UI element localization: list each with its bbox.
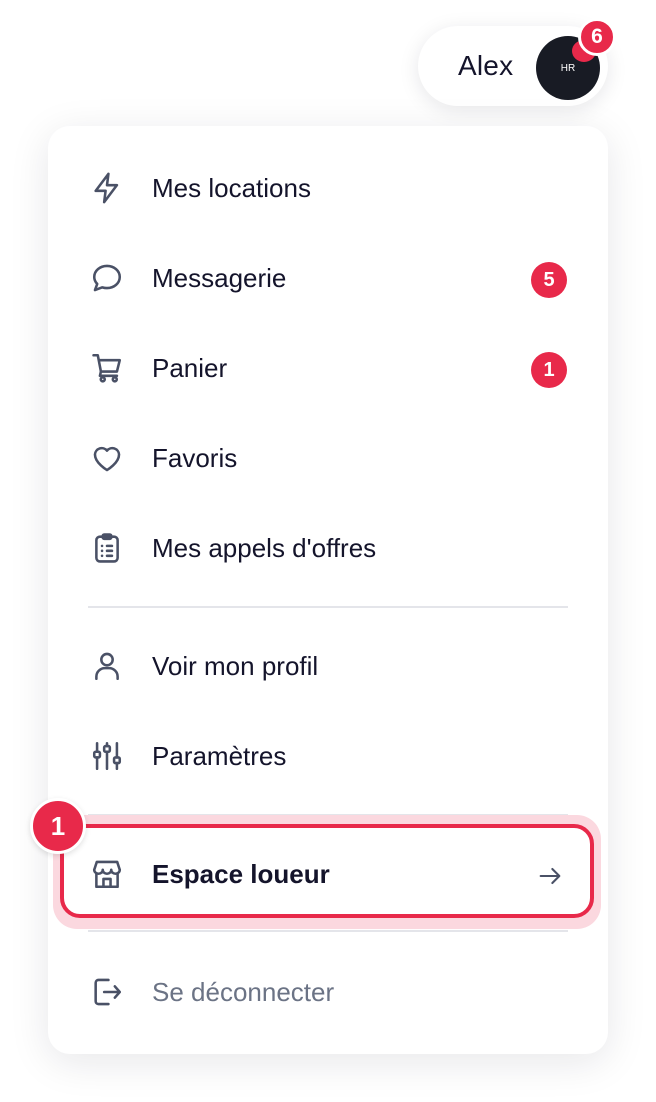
menu-item-label: Voir mon profil (152, 651, 319, 681)
menu-item-label: Espace loueur (152, 859, 330, 889)
user-name: Alex (458, 50, 514, 81)
menu-item-se-deconnecter[interactable]: Se déconnecter (48, 947, 608, 1037)
clipboard-list-icon (90, 531, 124, 565)
avatar-initials: HR (560, 62, 576, 74)
menu-item-label: Paramètres (152, 741, 287, 771)
heart-icon (90, 441, 124, 475)
menu-divider (88, 606, 568, 608)
menu-item-messagerie[interactable]: Messagerie 5 (48, 233, 608, 323)
step-badge: 1 (30, 798, 86, 854)
user-menu-toggle[interactable]: Alex HR 6 (418, 18, 616, 106)
cart-count-badge: 1 (531, 352, 567, 388)
menu-item-label: Favoris (152, 443, 238, 473)
notification-badge: 6 (578, 18, 616, 56)
menu-item-espace-loueur[interactable]: Espace loueur (48, 829, 608, 919)
menu-item-parametres[interactable]: Paramètres (48, 711, 608, 801)
menu-item-label: Messagerie (152, 263, 287, 293)
menu-item-mes-appels-doffres[interactable]: Mes appels d'offres (48, 503, 608, 593)
logout-icon (90, 975, 124, 1009)
lightning-icon (90, 171, 124, 205)
account-dropdown-menu: Mes locations Messagerie 5 Panier 1 Favo… (30, 126, 608, 1054)
arrow-right-icon (536, 862, 564, 890)
menu-item-label: Se déconnecter (152, 977, 335, 1007)
menu-item-panier[interactable]: Panier 1 (48, 323, 608, 413)
menu-item-label: Mes appels d'offres (152, 533, 377, 563)
menu-item-voir-mon-profil[interactable]: Voir mon profil (48, 621, 608, 711)
cart-icon (90, 351, 124, 385)
chat-bubble-icon (90, 261, 124, 295)
menu-item-label: Mes locations (152, 173, 311, 203)
menu-item-mes-locations[interactable]: Mes locations (48, 143, 608, 233)
storefront-icon (90, 857, 124, 891)
sliders-icon (90, 739, 124, 773)
menu-item-favoris[interactable]: Favoris (48, 413, 608, 503)
user-icon (90, 649, 124, 683)
menu-divider (88, 930, 568, 932)
menu-item-label: Panier (152, 353, 228, 383)
unread-messages-badge: 5 (531, 262, 567, 298)
